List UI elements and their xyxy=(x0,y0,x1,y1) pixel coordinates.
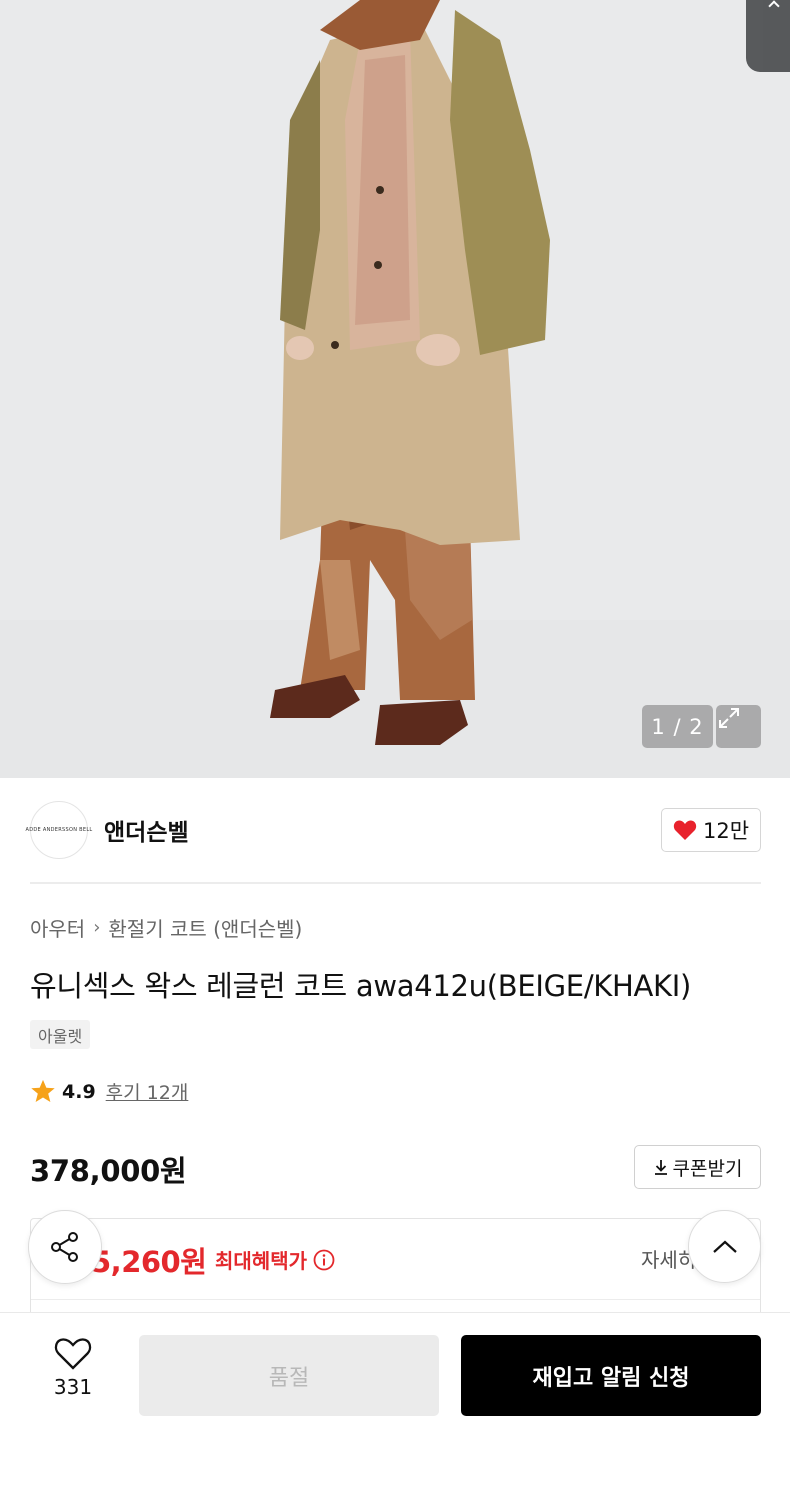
rating-score: 4.9 xyxy=(62,1080,96,1103)
brand-like-button[interactable]: 12만 xyxy=(661,808,761,852)
scroll-top-button[interactable] xyxy=(688,1210,761,1283)
share-icon xyxy=(51,1232,78,1262)
expand-icon xyxy=(719,708,739,728)
rating: 4.9 후기 12개 xyxy=(30,1078,188,1105)
wishlist-button[interactable]: 331 xyxy=(40,1337,106,1399)
brand-row[interactable]: ADDE ANDERSSON BELL 앤더슨벨 12만 xyxy=(26,801,761,859)
product-image[interactable]: 1 / 2 xyxy=(0,0,790,778)
coupon-label: 쿠폰받기 xyxy=(672,1157,743,1180)
breadcrumb: 아우터 › 환절기 코트 (앤더슨벨) xyxy=(30,913,302,942)
brand-like-count: 12만 xyxy=(702,819,750,843)
brand-logo-text: ADDE ANDERSSON BELL xyxy=(25,827,93,833)
image-counter: 1 / 2 xyxy=(642,705,713,748)
max-benefit-label-wrap: 최대혜택가 xyxy=(215,1245,335,1274)
back-button[interactable] xyxy=(746,0,790,72)
restock-alert-button[interactable]: 재입고 알림 신청 xyxy=(461,1335,761,1416)
max-benefit-label: 최대혜택가 xyxy=(215,1249,307,1273)
breadcrumb-item-outer[interactable]: 아우터 xyxy=(30,913,85,942)
reviews-link[interactable]: 후기 12개 xyxy=(106,1078,189,1105)
soldout-button: 품절 xyxy=(139,1335,439,1416)
bottom-action-bar: 331 품절 재입고 알림 신청 xyxy=(0,1312,790,1500)
star-icon xyxy=(31,1079,55,1103)
divider xyxy=(30,882,761,884)
product-price: 378,000원 xyxy=(30,1154,187,1188)
chevron-right-icon: › xyxy=(93,917,101,938)
wishlist-count: 331 xyxy=(53,1375,93,1399)
heart-filled-icon xyxy=(673,820,697,840)
product-title: 유니섹스 왁스 레글런 코트 awa412u(BEIGE/KHAKI) xyxy=(30,969,692,1003)
coupon-button[interactable]: 쿠폰받기 xyxy=(634,1145,761,1189)
heart-outline-icon xyxy=(54,1338,92,1370)
info-icon[interactable] xyxy=(313,1249,335,1271)
product-photo xyxy=(0,0,790,778)
expand-button[interactable] xyxy=(716,705,761,748)
divider xyxy=(31,1299,760,1300)
breadcrumb-item-category[interactable]: 환절기 코트 (앤더슨벨) xyxy=(108,913,302,942)
outlet-badge: 아울렛 xyxy=(30,1020,91,1049)
chevron-up-icon xyxy=(712,1240,737,1253)
brand-name[interactable]: 앤더슨벨 xyxy=(104,813,189,847)
brand-logo[interactable]: ADDE ANDERSSON BELL xyxy=(26,801,92,859)
download-icon xyxy=(654,1160,667,1175)
max-benefit-price: 5,260원 xyxy=(91,1245,207,1279)
share-button[interactable] xyxy=(28,1210,102,1284)
